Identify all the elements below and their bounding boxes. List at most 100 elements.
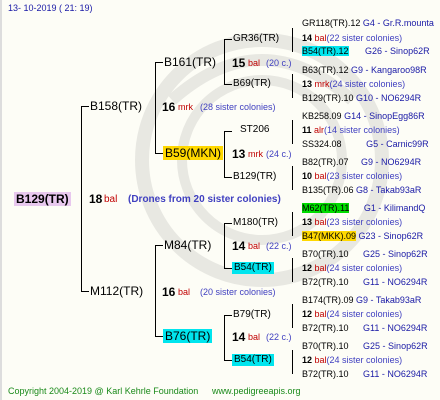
gen4-row: B70(TR).10 G25 - Sinop62R	[302, 342, 428, 351]
connector-line	[224, 268, 232, 269]
gen2-suffix: mrk	[248, 149, 263, 159]
gen2-note: (24 c.)	[266, 149, 292, 159]
gen3-queen-id[interactable]: B79(TR)	[233, 310, 271, 320]
gen4-queen-id[interactable]: B63(TR).12	[302, 65, 349, 75]
gen4-ref: G8 - Takab93aR	[356, 185, 422, 195]
date-stamp: 13- 10-2019 ( 21: 19)	[8, 3, 93, 13]
gen3-number: 13	[302, 79, 313, 89]
gen3-queen-id[interactable]: B54(TR)	[232, 262, 274, 274]
connector-line	[81, 291, 89, 292]
gen3-number: 13	[302, 217, 313, 227]
gen3-queen-id[interactable]: B69(TR)	[233, 79, 271, 89]
gen3-queen-id[interactable]: GR36(TR)	[233, 34, 279, 44]
gen2-queen-id[interactable]: B161(TR)	[164, 56, 216, 68]
connector-line	[224, 39, 225, 85]
gen3-info: 13 bal(23 sister colonies)	[302, 218, 402, 227]
gen4-queen-id[interactable]: B129(TR).10	[302, 93, 354, 103]
pedigree-frame: { "header": {"date": "13- 10-2019 ( 21: …	[0, 0, 440, 400]
connector-line	[292, 258, 293, 282]
gen3-suffix: bal	[314, 309, 327, 319]
gen4-queen-id[interactable]: SS324.08	[302, 139, 342, 149]
gen4-queen-id[interactable]: KB258.09	[302, 111, 342, 121]
gen4-ref: G14 - SinopEgg86R	[344, 111, 425, 121]
gen3-queen-id[interactable]: B54(TR)	[232, 354, 274, 366]
gen3-suffix: alr	[314, 125, 325, 135]
gen4-ref: G11 - NO6294R	[363, 277, 428, 287]
gen4-ref: G1 - KilimandQ	[363, 203, 426, 213]
connector-line	[155, 336, 163, 337]
gen3-note: (23 sister colonies)	[326, 217, 403, 227]
gen3-suffix: bal	[314, 263, 327, 273]
root-queen-id[interactable]: B129(TR)	[14, 192, 71, 206]
gen4-queen-id[interactable]: B82(TR).07	[302, 157, 349, 167]
connector-line	[224, 39, 232, 40]
gen3-queen-id[interactable]: B129(TR)	[233, 172, 276, 182]
gen3-number: 11	[302, 125, 312, 135]
gen3-info: 11 alr(14 sister colonies)	[302, 126, 400, 135]
gen4-row: GR118(TR).12 G4 - Gr.R.mounta	[302, 19, 434, 28]
gen2-queen-id[interactable]: B59(MKN)	[163, 146, 224, 160]
gen4-queen-id[interactable]: B47(MKK).09	[302, 231, 357, 241]
gen1-note: (28 sister colonies)	[200, 102, 276, 112]
gen1-queen-id[interactable]: M112(TR)	[90, 285, 143, 297]
gen3-number: 12	[302, 355, 313, 365]
gen2-note: (22 c.)	[266, 241, 292, 251]
site-link[interactable]: www.pedigreeapis.org	[212, 387, 301, 396]
gen4-queen-id[interactable]: GR118(TR).12	[302, 18, 360, 28]
gen2-queen-id[interactable]: M84(TR)	[164, 239, 211, 251]
gen4-row: B47(MKK).09 G23 - Sinop62R	[302, 231, 424, 241]
gen2-note: (22 c.)	[266, 332, 292, 342]
gen3-note: (14 sister colonies)	[324, 125, 400, 135]
gen3-queen-id[interactable]: ST206	[240, 125, 269, 135]
connector-line	[155, 245, 156, 337]
gen3-queen-id[interactable]: M180(TR)	[233, 218, 278, 228]
gen4-row: SS324.08 G5 - Carnic99R	[302, 140, 429, 149]
gen4-row: B72(TR).10 G11 - NO6294R	[302, 370, 427, 379]
gen2-suffix: bal	[248, 332, 261, 342]
gen4-row: B82(TR).07 G9 - NO6294R	[302, 158, 421, 167]
gen4-queen-id[interactable]: B72(TR).10	[302, 323, 349, 333]
gen4-ref: G25 - Sinop62R	[363, 249, 428, 259]
gen4-queen-id[interactable]: B174(TR).09	[302, 295, 354, 305]
gen2-number: 15	[232, 56, 246, 70]
gen4-queen-id[interactable]: B70(TR).10	[302, 341, 349, 351]
gen4-row: M62(TR).11 G1 - KilimandQ	[302, 203, 426, 213]
gen3-suffix: bal	[314, 217, 327, 227]
gen2-note: (20 c.)	[266, 58, 292, 68]
gen3-note: (24 sister colonies)	[326, 355, 403, 365]
gen4-queen-id[interactable]: B54(TR).12	[302, 46, 349, 56]
gen3-info: 12 bal(24 sister colonies)	[302, 264, 402, 273]
gen1-queen-id[interactable]: B158(TR)	[90, 100, 142, 112]
gen3-number: 12	[302, 309, 313, 319]
connector-line	[224, 315, 232, 316]
gen2-suffix: bal	[248, 241, 261, 251]
gen4-queen-id[interactable]: B70(TR).10	[302, 249, 349, 259]
gen4-queen-id[interactable]: B135(TR).06	[302, 185, 354, 195]
gen4-row: B72(TR).10 G11 - NO6294R	[302, 278, 427, 287]
gen3-number: 10	[302, 171, 313, 181]
connector-line	[292, 74, 293, 98]
gen4-ref: G23 - Sinop62R	[358, 231, 424, 241]
gen1-note: (20 sister colonies)	[200, 287, 276, 297]
connector-line	[292, 166, 293, 190]
gen4-queen-id[interactable]: B72(TR).10	[302, 369, 349, 379]
gen4-queen-id[interactable]: M62(TR).11	[302, 203, 350, 213]
gen4-ref: G25 - Sinop62R	[363, 341, 428, 351]
gen4-row: B63(TR).12 G9 - Kangaroo98R	[302, 66, 427, 75]
gen4-row: B129(TR).10 G10 - NO6294R	[302, 94, 421, 103]
gen4-ref: G26 - Sinop62R	[365, 46, 430, 56]
gen4-queen-id[interactable]: B72(TR).10	[302, 277, 349, 287]
connector-line	[224, 84, 232, 85]
gen2-queen-id[interactable]: B76(TR)	[163, 329, 213, 343]
gen4-ref: G9 - Kangaroo98R	[351, 65, 427, 75]
gen3-suffix: bal	[314, 355, 327, 365]
gen4-row: B135(TR).06 G8 - Takab93aR	[302, 186, 421, 195]
gen4-row: B72(TR).10 G11 - NO6294R	[302, 324, 427, 333]
connector-line	[292, 212, 293, 236]
gen4-row: B70(TR).10 G25 - Sinop62R	[302, 250, 428, 259]
gen4-ref: G9 - Takab93aR	[356, 295, 422, 305]
gen1-suffix: bal	[178, 287, 191, 297]
connector-line	[81, 106, 89, 107]
gen3-info: 12 bal(24 sister colonies)	[302, 356, 402, 365]
connector-line	[224, 131, 232, 132]
